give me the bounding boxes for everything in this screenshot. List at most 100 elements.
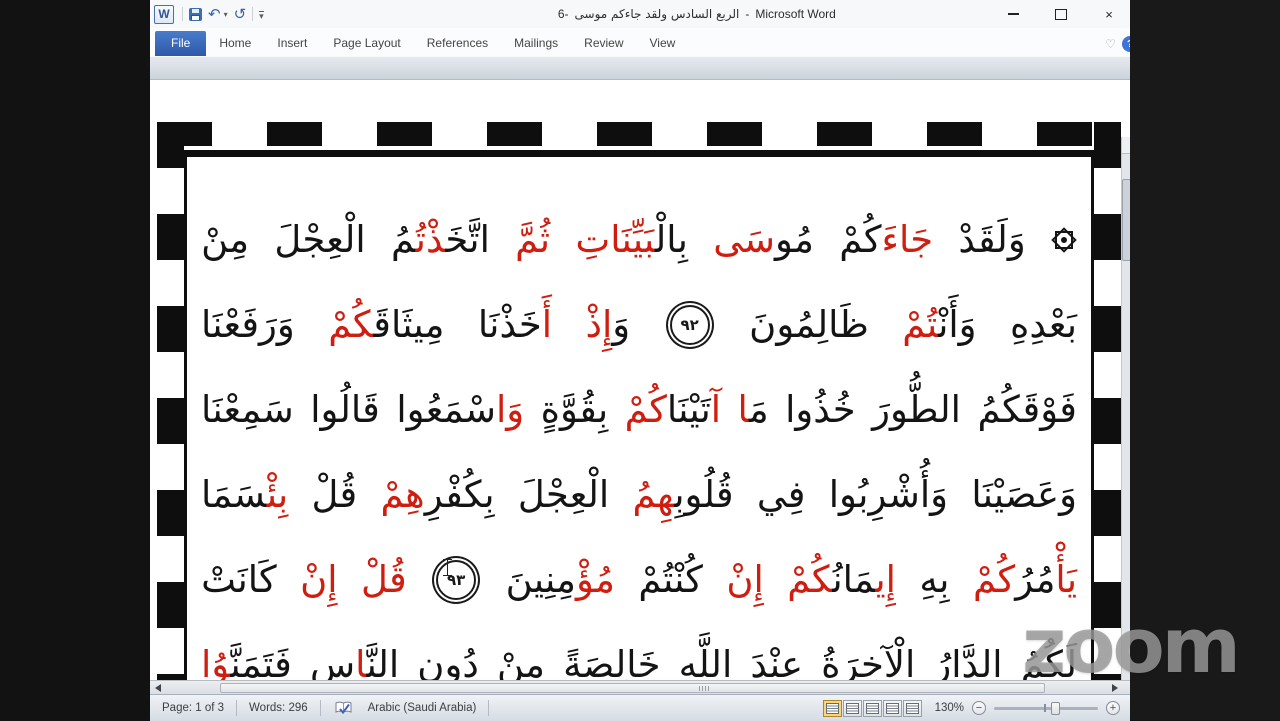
zoom-percentage[interactable]: 130% [930, 702, 964, 714]
quran-word: بِقُوَّةٍ [540, 388, 609, 431]
quran-word: أَخَذْنَا [477, 303, 553, 346]
app-name: Microsoft Word [755, 7, 836, 21]
quran-word: قَالُوا [310, 388, 380, 431]
quran-word: خُذُوا [785, 388, 856, 431]
customize-quick-access-icon[interactable]: ▾ [259, 10, 264, 20]
zoom-slider[interactable] [994, 701, 1098, 715]
quran-line-3: فَوْقَكُمُ الطُّورَ خُذُوا مَا آتَيْنَاكُمْ ب… [201, 367, 1077, 452]
horizontal-scrollbar[interactable] [150, 680, 1130, 695]
language-indicator[interactable]: Arabic (Saudi Arabia) [356, 702, 489, 714]
ribbon-tab-row: File Home Insert Page Layout References Maili… [150, 28, 1130, 56]
quran-word: إِيمَانُكُمْ [787, 558, 896, 601]
quran-word: بِهِ [919, 558, 950, 601]
outline-view-icon[interactable] [883, 699, 902, 717]
quran-word: مَا [737, 388, 769, 431]
document-area[interactable]: وَلَقَدْ جَاءَكُمْ مُوسَى بِالْبَيِّنَاتِ ثُ… [150, 80, 1130, 680]
horizontal-scrollbar-thumb[interactable] [220, 682, 1045, 693]
word-window: W ↶ ▾ ↺ ▾ 6- الربع السادس ولقد جاءكم موس… [150, 0, 1130, 721]
quran-word: مِنْ [201, 218, 250, 261]
quran-word: النَّاسِ [309, 643, 400, 680]
quran-word: بِكُفْرِهِمْ [380, 473, 495, 516]
web-layout-view-icon[interactable] [863, 699, 882, 717]
quran-line-2: بَعْدِهِ وَأَنْتُمْ ظَالِمُونَ ٩٢ وَإِذْ أَخَ… [201, 282, 1077, 367]
quran-word: مُؤْمِنِينَ [505, 558, 615, 601]
quran-word: يَأْمُرُكُمْ [972, 558, 1077, 601]
quran-word: سَمِعْنَا [201, 388, 294, 431]
quran-line-6: لَكُمُالدَّارُالْآخِرَةُعِنْدَاللَّهِخَا… [201, 622, 1077, 680]
quran-word: اللَّهِ [678, 643, 733, 680]
zoom-slider-track [994, 707, 1098, 710]
word-count[interactable]: Words: 296 [237, 702, 320, 714]
quran-word: اتَّخَذْتُمُ [391, 218, 490, 261]
window-controls: × [1002, 0, 1120, 28]
tab-view[interactable]: View [637, 31, 689, 56]
quran-word: بِالْبَيِّنَاتِ [575, 218, 688, 261]
divider [182, 7, 183, 21]
zoom-out-button[interactable]: − [972, 701, 986, 715]
draft-view-icon[interactable] [903, 699, 922, 717]
quran-word: مِنْ [496, 643, 545, 680]
quran-word: قُلْ [361, 558, 407, 601]
status-bar-right: 130% − + [823, 699, 1130, 717]
tab-mailings[interactable]: Mailings [501, 31, 571, 56]
quran-word: جَاءَكُمْ [839, 218, 934, 261]
page-border-checker-left [157, 122, 184, 680]
quran-word: ثُمَّ [515, 218, 551, 261]
status-bar: Page: 1 of 3 Words: 296 Arabic (Saudi Ar… [150, 694, 1130, 721]
quran-word: وَإِذْ [585, 303, 631, 346]
quran-word: وَلَقَدْ [958, 218, 1026, 261]
tab-references[interactable]: References [414, 31, 501, 56]
ribbon-tabs: File Home Insert Page Layout References Maili… [150, 31, 688, 56]
quran-word: الدَّارُ [933, 643, 1003, 680]
quran-word: الْعِجْلَ [517, 473, 610, 516]
quran-word: الْآخِرَةُ [821, 643, 916, 680]
fullscreen-reading-view-icon[interactable] [843, 699, 862, 717]
verse-number-medallion: ٩٢ [669, 304, 710, 345]
page-border-checker-top [157, 122, 1121, 146]
scroll-left-arrow-icon[interactable] [155, 684, 161, 692]
quran-word: قُلْ [311, 473, 358, 516]
quran-word: فَوْقَكُمُ [977, 388, 1077, 431]
zoom-in-button[interactable]: + [1106, 701, 1120, 715]
page-inner-rule-top [184, 150, 1094, 157]
zoom-slider-thumb[interactable] [1051, 701, 1060, 715]
minimize-button[interactable] [1002, 4, 1024, 24]
close-button[interactable]: × [1098, 4, 1120, 24]
quran-word: دُونِ [417, 643, 479, 680]
quran-word: وَاسْمَعُوا [396, 388, 525, 431]
scrollbar-grip-icon [699, 686, 710, 691]
title-bar: W ↶ ▾ ↺ ▾ 6- الربع السادس ولقد جاءكم موس… [150, 0, 1130, 28]
vertical-scrollbar[interactable] [1121, 137, 1130, 680]
ruler-toggle-icon[interactable] [1122, 137, 1130, 154]
help-icon[interactable]: ? [1122, 36, 1130, 52]
undo-icon[interactable]: ↶ [208, 6, 221, 21]
quick-access-toolbar: ↶ ▾ ↺ ▾ [182, 6, 264, 21]
doc-title-arabic: الربع السادس ولقد جاءكم موسى [574, 7, 740, 21]
page-indicator[interactable]: Page: 1 of 3 [150, 702, 236, 714]
quran-word: عِنْدَ [750, 643, 804, 680]
tab-insert[interactable]: Insert [264, 31, 320, 56]
heart-icon[interactable]: ♡ [1105, 37, 1116, 51]
quran-text-block[interactable]: وَلَقَدْ جَاءَكُمْ مُوسَى بِالْبَيِّنَاتِ ثُ… [187, 157, 1091, 680]
redo-icon[interactable]: ↺ [234, 6, 247, 21]
quran-line-5: يَأْمُرُكُمْ بِهِ إِيمَانُكُمْ إِنْ كُنْتُمْ… [201, 537, 1077, 622]
title-separator: - [745, 7, 750, 21]
undo-dropdown-caret-icon[interactable]: ▾ [224, 10, 228, 19]
quran-word: الطُّورَ [872, 388, 961, 431]
quran-line-4: وَعَصَيْنَا وَأُشْرِبُوا فِي قُلُوبِهِمُ الْ… [201, 452, 1077, 537]
divider [488, 700, 490, 716]
divider [319, 700, 321, 716]
save-icon[interactable] [189, 7, 202, 21]
maximize-button[interactable] [1050, 4, 1072, 24]
print-layout-view-icon[interactable] [823, 699, 842, 717]
word-app-icon[interactable]: W [154, 4, 174, 24]
quran-word: وَعَصَيْنَا [971, 473, 1077, 516]
tab-file[interactable]: File [155, 31, 207, 56]
quran-word: خَالِصَةً [563, 643, 661, 680]
tab-home[interactable]: Home [206, 31, 264, 56]
zoom-slider-midpoint [1044, 704, 1046, 712]
vertical-scrollbar-thumb[interactable] [1122, 179, 1130, 261]
tab-review[interactable]: Review [571, 31, 636, 56]
proofing-check-icon[interactable] [335, 701, 352, 715]
tab-page-layout[interactable]: Page Layout [320, 31, 413, 56]
